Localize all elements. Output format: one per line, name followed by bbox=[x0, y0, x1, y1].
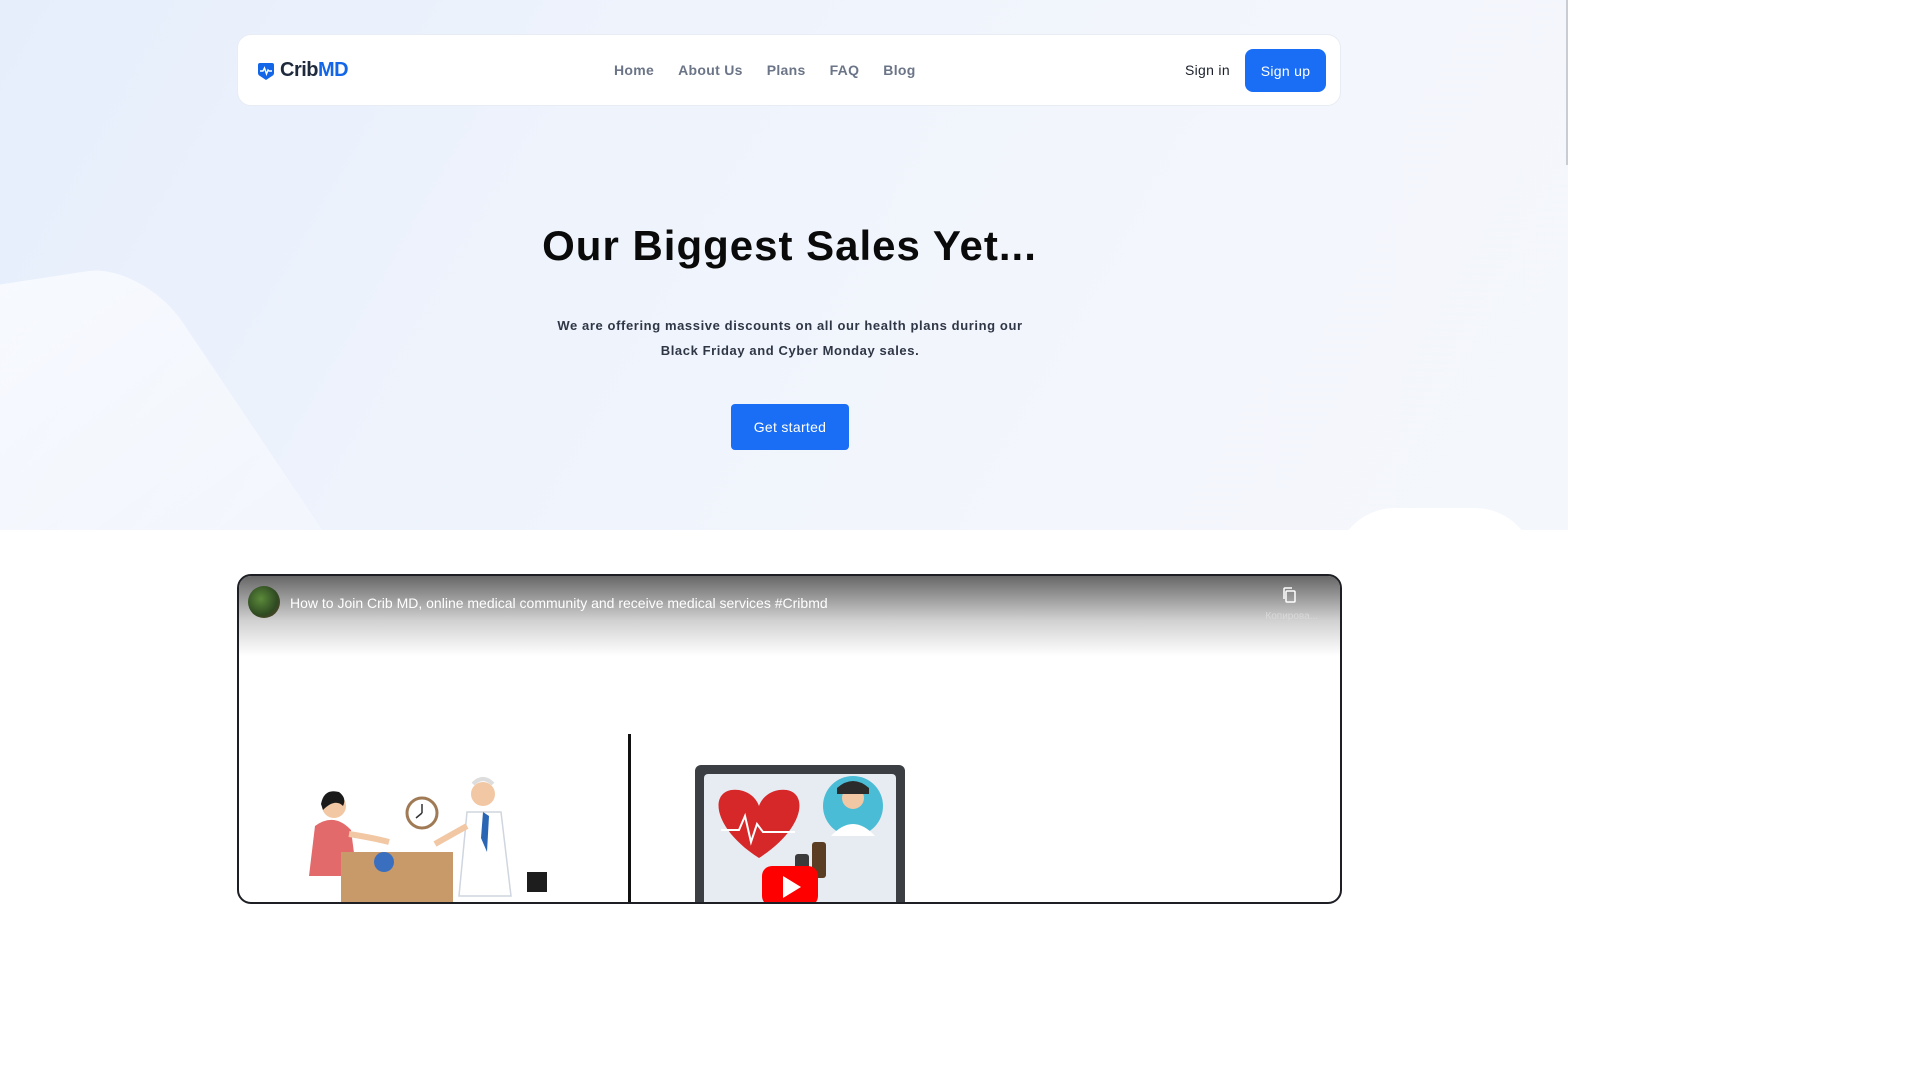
copy-link-label[interactable]: Копирова... bbox=[1265, 611, 1318, 622]
hero-subtitle: We are offering massive discounts on all… bbox=[540, 313, 1040, 363]
hero-subtitle-line1: We are offering massive discounts on all… bbox=[557, 318, 1023, 333]
clock-icon bbox=[405, 796, 439, 830]
nav-blog[interactable]: Blog bbox=[883, 62, 915, 78]
copy-link-icon[interactable] bbox=[1281, 586, 1297, 604]
get-started-button[interactable]: Get started bbox=[731, 404, 849, 450]
logo-text-crib: Crib bbox=[280, 59, 319, 81]
logo-heartbeat-icon bbox=[258, 62, 274, 80]
sign-in-link[interactable]: Sign in bbox=[1185, 62, 1230, 78]
logo[interactable]: CribMD bbox=[256, 59, 349, 82]
hero-subtitle-line2: Black Friday and Cyber Monday sales. bbox=[660, 343, 920, 358]
nav-about-us[interactable]: About Us bbox=[678, 62, 743, 78]
navbar: CribMD Home About Us Plans FAQ Blog Sign… bbox=[237, 34, 1341, 106]
nav-links: Home About Us Plans FAQ Blog bbox=[614, 62, 916, 78]
sign-up-button[interactable]: Sign up bbox=[1245, 49, 1326, 92]
video-embed[interactable]: How to Join Crib MD, online medical comm… bbox=[237, 574, 1342, 904]
nav-faq[interactable]: FAQ bbox=[830, 62, 860, 78]
nav-plans[interactable]: Plans bbox=[767, 62, 806, 78]
scrollbar[interactable] bbox=[1566, 0, 1568, 165]
play-button-icon[interactable] bbox=[762, 866, 818, 904]
decorative-blob bbox=[1335, 508, 1535, 530]
hero-title: Our Biggest Sales Yet... bbox=[542, 222, 1037, 269]
nav-home[interactable]: Home bbox=[614, 62, 654, 78]
video-title[interactable]: How to Join Crib MD, online medical comm… bbox=[290, 595, 828, 611]
decorative-shape bbox=[0, 262, 423, 530]
video-title-bar bbox=[239, 576, 1340, 656]
logo-text-md: MD bbox=[318, 59, 349, 81]
channel-avatar[interactable] bbox=[248, 586, 280, 618]
logo-text: CribMD bbox=[280, 59, 349, 82]
